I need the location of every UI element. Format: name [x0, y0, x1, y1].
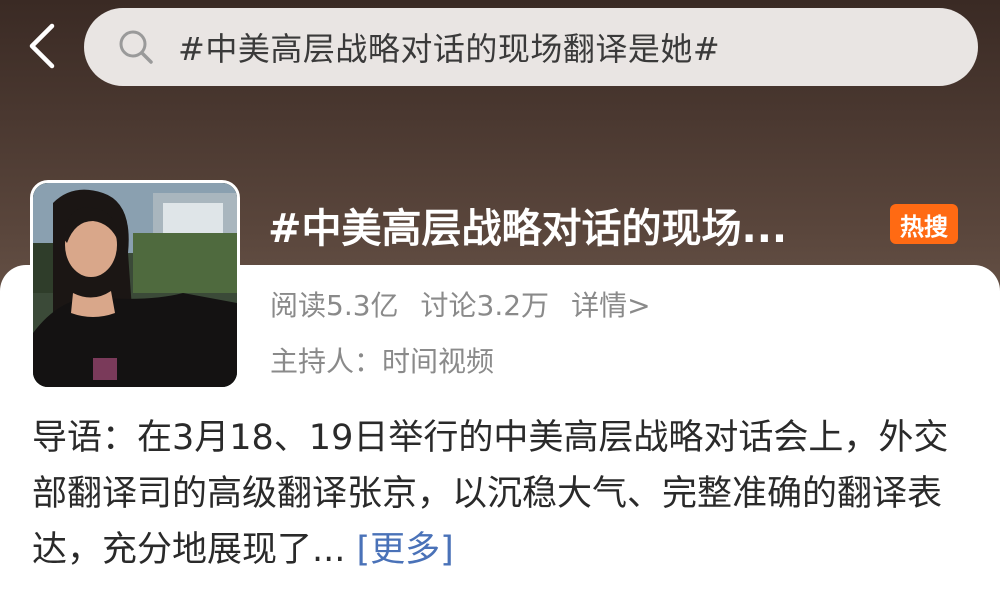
- discussion-count: 讨论3.2万: [420, 289, 550, 322]
- read-count: 阅读5.3亿: [270, 289, 399, 322]
- details-link[interactable]: 详情>: [571, 284, 650, 324]
- search-query[interactable]: #中美高层战略对话的现场翻译是她#: [178, 24, 720, 70]
- topic-intro: 导语：在3月18、19日举行的中美高层战略对话会上，外交部翻译司的高级翻译张京，…: [32, 410, 977, 578]
- more-link[interactable]: [更多]: [357, 530, 454, 570]
- chevron-left-icon: [29, 23, 55, 69]
- back-button[interactable]: [22, 22, 62, 70]
- topic-title: #中美高层战略对话的现场...: [268, 206, 788, 252]
- topic-avatar[interactable]: [30, 180, 240, 390]
- search-icon: [119, 30, 153, 64]
- topic-host[interactable]: 主持人：时间视频: [270, 340, 494, 380]
- topic-stats: 阅读5.3亿 讨论3.2万 详情>: [270, 284, 651, 324]
- search-bar[interactable]: #中美高层战略对话的现场翻译是她#: [84, 8, 978, 86]
- hot-search-badge: 热搜: [890, 204, 958, 244]
- avatar-photo: [33, 183, 237, 387]
- intro-text: 导语：在3月18、19日举行的中美高层战略对话会上，外交部翻译司的高级翻译张京，…: [32, 418, 949, 570]
